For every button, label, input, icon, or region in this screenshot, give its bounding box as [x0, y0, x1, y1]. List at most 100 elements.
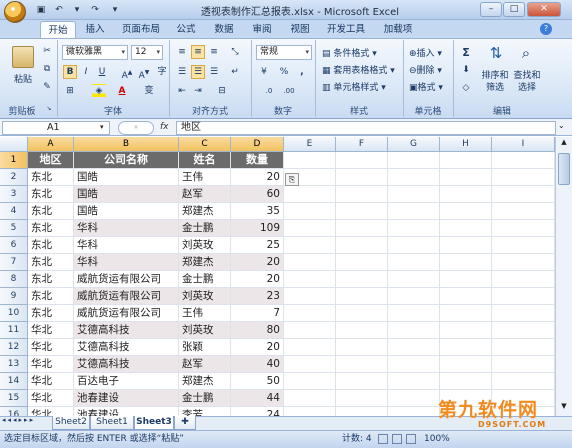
- data-cell[interactable]: 东北: [28, 186, 74, 203]
- data-cell[interactable]: 东北: [28, 254, 74, 271]
- empty-cell[interactable]: [440, 254, 492, 271]
- wen-icon[interactable]: 变: [142, 84, 156, 98]
- data-cell[interactable]: 华科: [74, 220, 179, 237]
- sheet-nav-icons[interactable]: ◂◂◂▸▸▸: [2, 416, 35, 424]
- tab-review[interactable]: 审阅: [248, 21, 276, 38]
- percent-icon[interactable]: %: [277, 65, 291, 79]
- empty-cell[interactable]: [284, 288, 336, 305]
- data-cell[interactable]: 艾德高科技: [74, 339, 179, 356]
- data-cell[interactable]: 7: [231, 305, 284, 322]
- data-cell[interactable]: 华北: [28, 373, 74, 390]
- empty-cell[interactable]: [388, 169, 440, 186]
- row-header[interactable]: 1: [0, 152, 28, 169]
- sort-filter-label[interactable]: 排序和筛选: [480, 70, 510, 94]
- row-header[interactable]: 3: [0, 186, 28, 203]
- table-format-button[interactable]: ▦ 套用表格格式 ▾: [322, 63, 395, 76]
- fill-color-icon[interactable]: ◈: [92, 84, 106, 98]
- data-cell[interactable]: 40: [231, 356, 284, 373]
- empty-cell[interactable]: [492, 186, 555, 203]
- data-cell[interactable]: 郑建杰: [179, 203, 231, 220]
- tab-insert[interactable]: 插入: [80, 21, 110, 38]
- empty-cell[interactable]: [336, 169, 388, 186]
- data-cell[interactable]: 60: [231, 186, 284, 203]
- data-cell[interactable]: 艾德高科技: [74, 322, 179, 339]
- currency-icon[interactable]: ¥: [257, 65, 271, 79]
- increase-indent-icon[interactable]: ⇥: [191, 84, 205, 98]
- empty-cell[interactable]: [492, 237, 555, 254]
- wrap-text-icon[interactable]: ↵: [228, 65, 242, 79]
- data-cell[interactable]: 东北: [28, 288, 74, 305]
- data-cell[interactable]: 李芳: [179, 407, 231, 416]
- maximize-button[interactable]: □: [503, 2, 525, 17]
- empty-cell[interactable]: [284, 220, 336, 237]
- column-header-h[interactable]: H: [440, 137, 492, 152]
- empty-cell[interactable]: [336, 322, 388, 339]
- data-cell[interactable]: 华北: [28, 407, 74, 416]
- row-header[interactable]: 4: [0, 203, 28, 220]
- find-select-icon[interactable]: ⌕: [516, 44, 536, 66]
- empty-cell[interactable]: [492, 254, 555, 271]
- sort-filter-icon[interactable]: ⇅: [486, 44, 506, 66]
- decrease-indent-icon[interactable]: ⇤: [175, 84, 189, 98]
- empty-cell[interactable]: [284, 237, 336, 254]
- header-cell[interactable]: 姓名: [179, 152, 231, 169]
- scroll-thumb[interactable]: [558, 153, 570, 185]
- close-button[interactable]: ✕: [527, 2, 561, 17]
- row-header[interactable]: 9: [0, 288, 28, 305]
- empty-cell[interactable]: [492, 356, 555, 373]
- empty-cell[interactable]: [284, 152, 336, 169]
- data-cell[interactable]: 东北: [28, 220, 74, 237]
- column-header-a[interactable]: A: [28, 137, 74, 152]
- empty-cell[interactable]: [284, 322, 336, 339]
- data-cell[interactable]: 赵军: [179, 186, 231, 203]
- vertical-scrollbar[interactable]: ▲ ▼: [555, 137, 572, 416]
- empty-cell[interactable]: [388, 390, 440, 407]
- empty-cell[interactable]: [440, 356, 492, 373]
- empty-cell[interactable]: [336, 152, 388, 169]
- italic-button[interactable]: I: [79, 65, 93, 79]
- tab-formulas[interactable]: 公式: [172, 21, 200, 38]
- bold-button[interactable]: B: [63, 65, 77, 79]
- data-cell[interactable]: 东北: [28, 237, 74, 254]
- cut-icon[interactable]: ✂: [40, 44, 54, 58]
- column-header-g[interactable]: G: [388, 137, 440, 152]
- empty-cell[interactable]: [440, 220, 492, 237]
- empty-cell[interactable]: [284, 271, 336, 288]
- empty-cell[interactable]: [492, 169, 555, 186]
- empty-cell[interactable]: [388, 254, 440, 271]
- help-icon[interactable]: ?: [540, 23, 552, 35]
- data-cell[interactable]: 华科: [74, 254, 179, 271]
- row-header[interactable]: 5: [0, 220, 28, 237]
- empty-cell[interactable]: [492, 373, 555, 390]
- empty-cell[interactable]: [388, 152, 440, 169]
- data-cell[interactable]: 威航货运有限公司: [74, 288, 179, 305]
- row-header[interactable]: 10: [0, 305, 28, 322]
- header-cell[interactable]: 公司名称: [74, 152, 179, 169]
- row-header[interactable]: 13: [0, 356, 28, 373]
- empty-cell[interactable]: [388, 237, 440, 254]
- delete-cells-button[interactable]: ⊖删除 ▾: [409, 63, 442, 76]
- page-break-view-icon[interactable]: [406, 434, 416, 444]
- data-cell[interactable]: 华北: [28, 356, 74, 373]
- autosum-icon[interactable]: Σ: [459, 45, 473, 59]
- row-header[interactable]: 12: [0, 339, 28, 356]
- increase-decimal-icon[interactable]: .0: [262, 84, 276, 98]
- data-cell[interactable]: 艾德高科技: [74, 356, 179, 373]
- empty-cell[interactable]: [388, 356, 440, 373]
- data-cell[interactable]: 刘英玫: [179, 288, 231, 305]
- align-right-icon[interactable]: ☰: [207, 65, 221, 79]
- align-bottom-icon[interactable]: ≡: [207, 45, 221, 59]
- empty-cell[interactable]: [440, 271, 492, 288]
- dropdown-icon[interactable]: ▾: [70, 3, 84, 17]
- data-cell[interactable]: 东北: [28, 271, 74, 288]
- sheet-tab-sheet3[interactable]: Sheet3: [134, 416, 174, 430]
- data-cell[interactable]: 20: [231, 271, 284, 288]
- underline-button[interactable]: U: [95, 65, 109, 79]
- formula-bar-expand-icon[interactable]: ⌄: [558, 121, 565, 130]
- row-header[interactable]: 11: [0, 322, 28, 339]
- comma-icon[interactable]: ,: [295, 65, 309, 79]
- data-cell[interactable]: 35: [231, 203, 284, 220]
- data-cell[interactable]: 金士鹏: [179, 271, 231, 288]
- shrink-font-icon[interactable]: A▼: [137, 65, 151, 81]
- data-cell[interactable]: 东北: [28, 169, 74, 186]
